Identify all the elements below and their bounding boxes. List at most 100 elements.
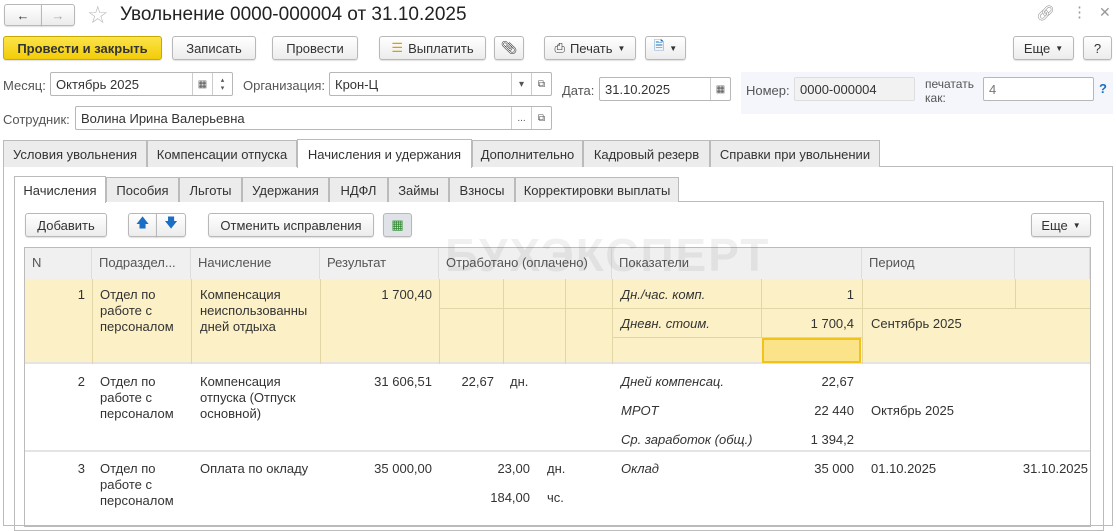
help-button[interactable]: ?	[1083, 36, 1112, 60]
more-button[interactable]: Еще ▼	[1013, 36, 1074, 60]
indicator-name: Ср. заработок (общ.)	[621, 432, 753, 447]
subtab-loans[interactable]: Займы	[388, 177, 449, 202]
tab-accruals-deductions[interactable]: Начисления и удержания	[297, 139, 472, 168]
subtab-deductions[interactable]: Удержания	[242, 177, 329, 202]
more-vert-icon[interactable]: ⋮	[1072, 3, 1087, 21]
pay-icon: ☰	[391, 40, 404, 55]
attach-button[interactable]: 📎︎	[494, 36, 524, 60]
subtab-label: Займы	[398, 182, 439, 198]
col-period-end[interactable]	[1015, 248, 1090, 279]
month-label: Месяц:	[3, 78, 46, 93]
page-title: Увольнение 0000-000004 от 31.10.2025	[120, 4, 467, 25]
cancel-fix-label: Отменить исправления	[220, 217, 362, 233]
col-accrual[interactable]: Начисление	[191, 248, 320, 279]
subtab-accruals[interactable]: Начисления	[14, 176, 106, 203]
subtab-label: Взносы	[459, 182, 505, 198]
subtab-label: Удержания	[252, 182, 319, 198]
subtab-contributions[interactable]: Взносы	[449, 177, 515, 202]
close-icon[interactable]: ✕	[1099, 4, 1111, 21]
employee-label: Сотрудник:	[3, 112, 70, 127]
indicator-value: 35 000	[814, 461, 854, 476]
row-number: 3	[77, 461, 85, 476]
paperclip-icon: 📎︎	[500, 40, 518, 55]
create-based-on-button[interactable]: 🗎︎ ▼	[645, 36, 686, 60]
post-and-close-button[interactable]: Провести и закрыть	[3, 36, 162, 60]
printer-icon: ⎙	[554, 40, 565, 55]
post-and-close-label: Провести и закрыть	[17, 40, 148, 56]
tab-personnel-reserve[interactable]: Кадровый резерв	[583, 140, 710, 167]
indicator-name: Оклад	[621, 461, 659, 476]
month-field[interactable]: Октябрь 2025 ▦ ▴ ▾	[50, 72, 233, 96]
indicator-name: МРОТ	[621, 403, 659, 418]
subtab-payment-corrections[interactable]: Корректировки выплаты	[515, 177, 679, 202]
subtab-label: Корректировки выплаты	[523, 182, 671, 198]
table-add-icon: ▦	[391, 217, 404, 232]
chevron-down-icon: ▼	[1072, 220, 1081, 230]
tab-vacation-compensation[interactable]: Компенсации отпуска	[147, 140, 297, 167]
calendar-icon[interactable]: ▦	[192, 73, 212, 95]
tab-additional[interactable]: Дополнительно	[472, 140, 583, 167]
date-label: Дата:	[562, 83, 595, 98]
worked-unit: дн.	[510, 374, 529, 389]
post-button[interactable]: Провести	[272, 36, 358, 60]
tab-label: Кадровый резерв	[593, 146, 700, 162]
dropdown-icon[interactable]: ▾	[511, 73, 531, 95]
row-department: Отдел по работе с персоналом	[100, 461, 174, 508]
subtab-privileges[interactable]: Льготы	[179, 177, 242, 202]
chevron-down-icon: ▼	[1055, 43, 1064, 53]
watermark-logo: БУХЭКСПЕРТ	[445, 229, 771, 281]
link-icon[interactable]: 🔗︎	[1036, 4, 1055, 22]
row-department: Отдел по работе с персоналом	[100, 287, 174, 334]
row-result: 1 700,40	[381, 287, 432, 302]
col-result[interactable]: Результат	[320, 248, 439, 279]
org-field[interactable]: Крон-Ц ▾ ⧉	[329, 72, 552, 96]
subtab-ndfl[interactable]: НДФЛ	[329, 177, 388, 202]
indicator-value: 22 440	[814, 403, 854, 418]
tab-label: Условия увольнения	[12, 146, 138, 162]
cancel-fix-button[interactable]: Отменить исправления	[208, 213, 374, 237]
col-n[interactable]: N	[25, 248, 92, 279]
add-button[interactable]: Добавить	[25, 213, 107, 237]
tab-dismissal-conditions[interactable]: Условия увольнения	[3, 140, 147, 167]
move-down-button[interactable]: 🡇︎	[156, 213, 186, 237]
subtab-benefits[interactable]: Пособия	[106, 177, 179, 202]
select-button[interactable]: ...	[511, 107, 531, 129]
tab-label: Начисления и удержания	[307, 146, 462, 162]
date-field[interactable]: 31.10.2025 ▦	[599, 77, 731, 101]
forward-button[interactable]: →	[41, 4, 75, 26]
write-button[interactable]: Записать	[172, 36, 256, 60]
help-label: ?	[1093, 40, 1102, 56]
table-settings-button[interactable]: ▦	[383, 213, 412, 237]
subtab-label: Начисления	[23, 182, 97, 198]
table-more-button[interactable]: Еще ▼	[1031, 213, 1091, 237]
spin-buttons[interactable]: ▴ ▾	[212, 73, 232, 95]
indicator-value: 1	[846, 287, 854, 302]
open-icon[interactable]: ⧉	[531, 107, 551, 129]
indicator-name: Дн./час. комп.	[621, 287, 706, 302]
worked-value: 22,67	[461, 374, 494, 389]
favorite-star-icon[interactable]: ☆	[87, 1, 109, 30]
back-button[interactable]: ←	[4, 4, 42, 26]
tab-dismissal-certificates[interactable]: Справки при увольнении	[710, 140, 880, 167]
document-arrow-icon: 🗎︎	[653, 38, 665, 53]
row-accrual: Компенсация неиспользованны дней отдыха	[200, 287, 308, 334]
calendar-icon[interactable]: ▦	[710, 78, 730, 100]
pay-button[interactable]: ☰ Выплатить	[379, 36, 486, 60]
print-as-input[interactable]	[983, 77, 1094, 101]
tab-label: Дополнительно	[480, 146, 575, 162]
active-cell[interactable]	[762, 338, 861, 363]
chevron-down-icon: ▼	[669, 43, 678, 53]
print-button[interactable]: ⎙ Печать ▼	[544, 36, 636, 60]
help-link[interactable]: ?	[1099, 81, 1107, 96]
number-label: Номер:	[746, 83, 790, 98]
row-number: 1	[77, 287, 85, 302]
indicator-name: Дней компенсац.	[621, 374, 724, 389]
row-department: Отдел по работе с персоналом	[100, 374, 174, 421]
employee-field[interactable]: Волина Ирина Валерьевна ... ⧉	[75, 106, 552, 130]
row-result: 31 606,51	[374, 374, 432, 389]
col-department[interactable]: Подраздел...	[92, 248, 191, 279]
move-up-button[interactable]: 🡅︎	[128, 213, 157, 237]
col-period[interactable]: Период	[862, 248, 1015, 279]
arrow-down-icon: 🡇︎	[164, 215, 178, 230]
open-icon[interactable]: ⧉	[531, 73, 551, 95]
